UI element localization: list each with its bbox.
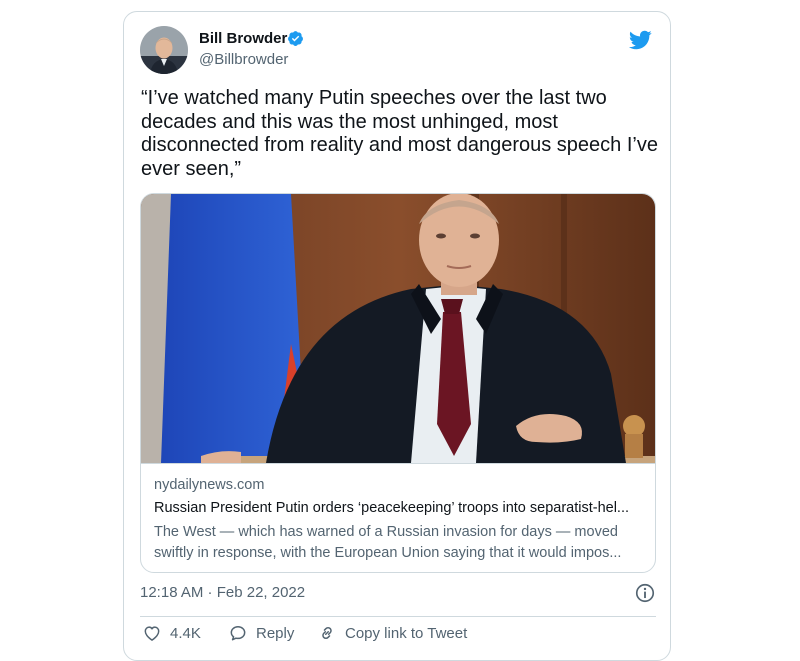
copy-link-button[interactable]: Copy link to Tweet <box>317 623 467 643</box>
verified-badge-icon <box>288 31 303 46</box>
tweet-card[interactable]: Bill Browder @Billbrowder “I’ve watched … <box>123 11 671 661</box>
reply-button[interactable]: Reply <box>228 623 294 643</box>
card-description: The West — which has warned of a Russian… <box>154 522 642 564</box>
display-name[interactable]: Bill Browder <box>199 30 287 47</box>
like-button[interactable]: 4.4K <box>142 623 201 643</box>
card-description-line-2: swiftly in response, with the European U… <box>154 545 622 561</box>
timestamp[interactable]: 12:18 AM · Feb 22, 2022 <box>140 584 305 601</box>
info-icon[interactable] <box>634 582 656 604</box>
action-bar: 4.4K Reply Copy link to Tweet <box>140 621 656 647</box>
speech-bubble-icon <box>230 626 246 641</box>
card-body: nydailynews.com Russian President Putin … <box>141 463 655 564</box>
card-image <box>141 194 655 463</box>
link-icon <box>322 626 332 640</box>
like-count: 4.4K <box>170 624 201 642</box>
handle[interactable]: @Billbrowder <box>199 51 288 68</box>
card-domain: nydailynews.com <box>154 477 265 493</box>
copy-link-label: Copy link to Tweet <box>345 624 468 642</box>
card-title[interactable]: Russian President Putin orders ‘peacekee… <box>154 498 642 518</box>
tweet-text: “I’ve watched many Putin speeches over t… <box>141 87 658 180</box>
avatar[interactable] <box>140 26 188 74</box>
tweet-meta: 12:18 AM · Feb 22, 2022 <box>140 580 656 617</box>
card-description-line-1: The West — which has warned of a Russian… <box>154 524 618 540</box>
link-preview-card[interactable]: nydailynews.com Russian President Putin … <box>140 193 656 573</box>
twitter-bird-icon[interactable] <box>628 28 652 52</box>
reply-label: Reply <box>256 624 295 642</box>
heart-icon <box>144 626 160 641</box>
